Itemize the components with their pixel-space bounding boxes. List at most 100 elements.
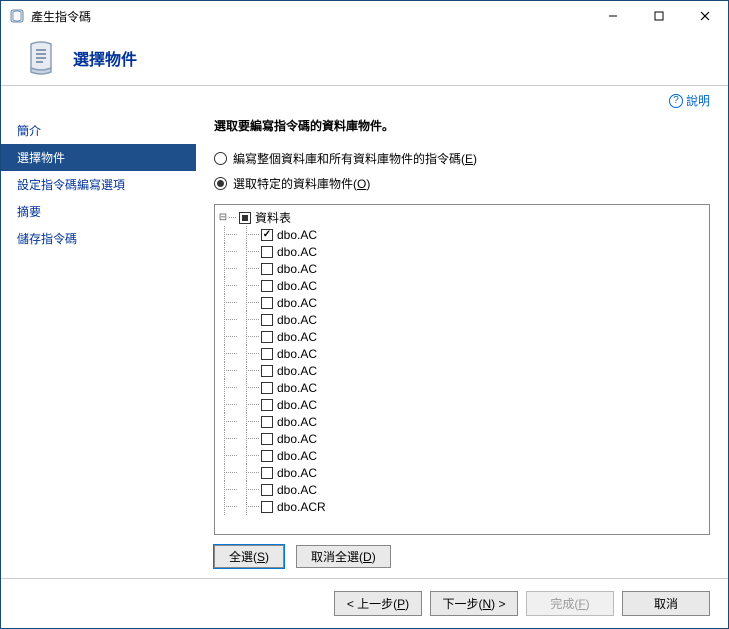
checkbox[interactable] xyxy=(261,382,273,394)
tree-label: dbo.AC xyxy=(277,347,317,361)
tree-connector xyxy=(239,498,261,515)
tree-connector xyxy=(217,481,239,498)
tree-connector xyxy=(217,311,239,328)
tree-item[interactable]: dbo.AC xyxy=(217,311,707,328)
tree-item[interactable]: dbo.AC xyxy=(217,345,707,362)
sidebar-item-0[interactable]: 簡介 xyxy=(1,117,196,144)
tree-label: dbo.AC xyxy=(277,483,317,497)
tree-label: dbo.AC xyxy=(277,466,317,480)
tree-item[interactable]: dbo.AC xyxy=(217,413,707,430)
checkbox[interactable] xyxy=(261,484,273,496)
object-tree[interactable]: ⊟資料表dbo.ACdbo.ACdbo.ACdbo.ACdbo.ACdbo.AC… xyxy=(214,204,710,535)
sidebar-item-3[interactable]: 摘要 xyxy=(1,198,196,225)
next-button[interactable]: 下一步(N) > xyxy=(430,591,518,616)
tree-item[interactable]: dbo.AC xyxy=(217,294,707,311)
tree-connector xyxy=(239,260,261,277)
tree-connector xyxy=(217,345,239,362)
checkbox[interactable] xyxy=(261,229,273,241)
selection-buttons: 全選(S) 取消全選(D) xyxy=(214,545,710,568)
checkbox[interactable] xyxy=(261,314,273,326)
tree-label: dbo.AC xyxy=(277,330,317,344)
checkbox[interactable] xyxy=(261,450,273,462)
tree-connector xyxy=(217,243,239,260)
body: 簡介選擇物件設定指令碼編寫選項摘要儲存指令碼 選取要編寫指令碼的資料庫物件。 編… xyxy=(1,109,728,578)
checkbox[interactable] xyxy=(261,467,273,479)
radio-script-all[interactable]: 編寫整個資料庫和所有資料庫物件的指令碼(E) xyxy=(214,150,710,167)
sidebar-item-2[interactable]: 設定指令碼編寫選項 xyxy=(1,171,196,198)
sidebar: 簡介選擇物件設定指令碼編寫選項摘要儲存指令碼 xyxy=(1,109,196,578)
tree-item[interactable]: dbo.AC xyxy=(217,362,707,379)
tree-item[interactable]: dbo.ACR xyxy=(217,498,707,515)
tree-item[interactable]: dbo.AC xyxy=(217,430,707,447)
checkbox[interactable] xyxy=(239,212,251,224)
tree-connector xyxy=(217,362,239,379)
checkbox[interactable] xyxy=(261,501,273,513)
checkbox[interactable] xyxy=(261,365,273,377)
page-title: 選擇物件 xyxy=(73,46,137,70)
sidebar-item-4[interactable]: 儲存指令碼 xyxy=(1,225,196,252)
tree-connector xyxy=(239,243,261,260)
collapse-icon[interactable]: ⊟ xyxy=(217,212,229,223)
checkbox[interactable] xyxy=(261,246,273,258)
titlebar: 產生指令碼 xyxy=(1,1,728,31)
tree-item[interactable]: dbo.AC xyxy=(217,226,707,243)
tree-item[interactable]: dbo.AC xyxy=(217,447,707,464)
maximize-button[interactable] xyxy=(636,1,682,31)
tree-connector xyxy=(239,413,261,430)
tree-label: dbo.AC xyxy=(277,279,317,293)
cancel-button[interactable]: 取消 xyxy=(622,591,710,616)
checkbox[interactable] xyxy=(261,433,273,445)
checkbox[interactable] xyxy=(261,297,273,309)
tree-connector xyxy=(217,260,239,277)
tree-item[interactable]: dbo.AC xyxy=(217,260,707,277)
content: 選取要編寫指令碼的資料庫物件。 編寫整個資料庫和所有資料庫物件的指令碼(E) 選… xyxy=(196,109,728,578)
select-all-button[interactable]: 全選(S) xyxy=(214,545,284,568)
instruction-text: 選取要編寫指令碼的資料庫物件。 xyxy=(214,117,710,134)
checkbox[interactable] xyxy=(261,280,273,292)
close-button[interactable] xyxy=(682,1,728,31)
window-controls xyxy=(590,1,728,31)
tree-root[interactable]: ⊟資料表 xyxy=(217,209,707,226)
tree-item[interactable]: dbo.AC xyxy=(217,277,707,294)
tree-label: dbo.AC xyxy=(277,245,317,259)
tree-item[interactable]: dbo.AC xyxy=(217,481,707,498)
tree-connector xyxy=(239,379,261,396)
checkbox[interactable] xyxy=(261,416,273,428)
checkbox[interactable] xyxy=(261,263,273,275)
tree-label: dbo.AC xyxy=(277,364,317,378)
tree-connector xyxy=(239,464,261,481)
tree-item[interactable]: dbo.AC xyxy=(217,328,707,345)
tree-label: dbo.AC xyxy=(277,296,317,310)
checkbox[interactable] xyxy=(261,348,273,360)
radio-script-specific[interactable]: 選取特定的資料庫物件(O) xyxy=(214,175,710,192)
tree-connector xyxy=(217,328,239,345)
tree-connector xyxy=(239,277,261,294)
tree-connector xyxy=(217,379,239,396)
dialog-window: 產生指令碼 選擇物件 ? 說明 簡介選擇物件設定指令碼編寫選項摘要儲存指令碼 選… xyxy=(0,0,729,629)
app-icon xyxy=(9,8,25,24)
help-link[interactable]: ? 說明 xyxy=(669,92,710,109)
checkbox[interactable] xyxy=(261,331,273,343)
window-title: 產生指令碼 xyxy=(31,8,590,25)
tree-label: dbo.AC xyxy=(277,449,317,463)
tree-item[interactable]: dbo.AC xyxy=(217,379,707,396)
tree-label: dbo.AC xyxy=(277,262,317,276)
sidebar-item-1[interactable]: 選擇物件 xyxy=(1,144,196,171)
tree-label: dbo.AC xyxy=(277,415,317,429)
tree-connector xyxy=(239,328,261,345)
tree-label: dbo.ACR xyxy=(277,500,326,514)
tree-connector xyxy=(217,396,239,413)
tree-connector xyxy=(239,396,261,413)
tree-connector xyxy=(217,413,239,430)
radio-label: 選取特定的資料庫物件(O) xyxy=(233,175,370,192)
tree-connector xyxy=(239,226,261,243)
deselect-all-button[interactable]: 取消全選(D) xyxy=(296,545,391,568)
help-icon: ? xyxy=(669,94,683,108)
checkbox[interactable] xyxy=(261,399,273,411)
back-button[interactable]: < 上一步(P) xyxy=(334,591,422,616)
minimize-button[interactable] xyxy=(590,1,636,31)
tree-item[interactable]: dbo.AC xyxy=(217,243,707,260)
tree-item[interactable]: dbo.AC xyxy=(217,396,707,413)
tree-item[interactable]: dbo.AC xyxy=(217,464,707,481)
tree-connector xyxy=(239,447,261,464)
